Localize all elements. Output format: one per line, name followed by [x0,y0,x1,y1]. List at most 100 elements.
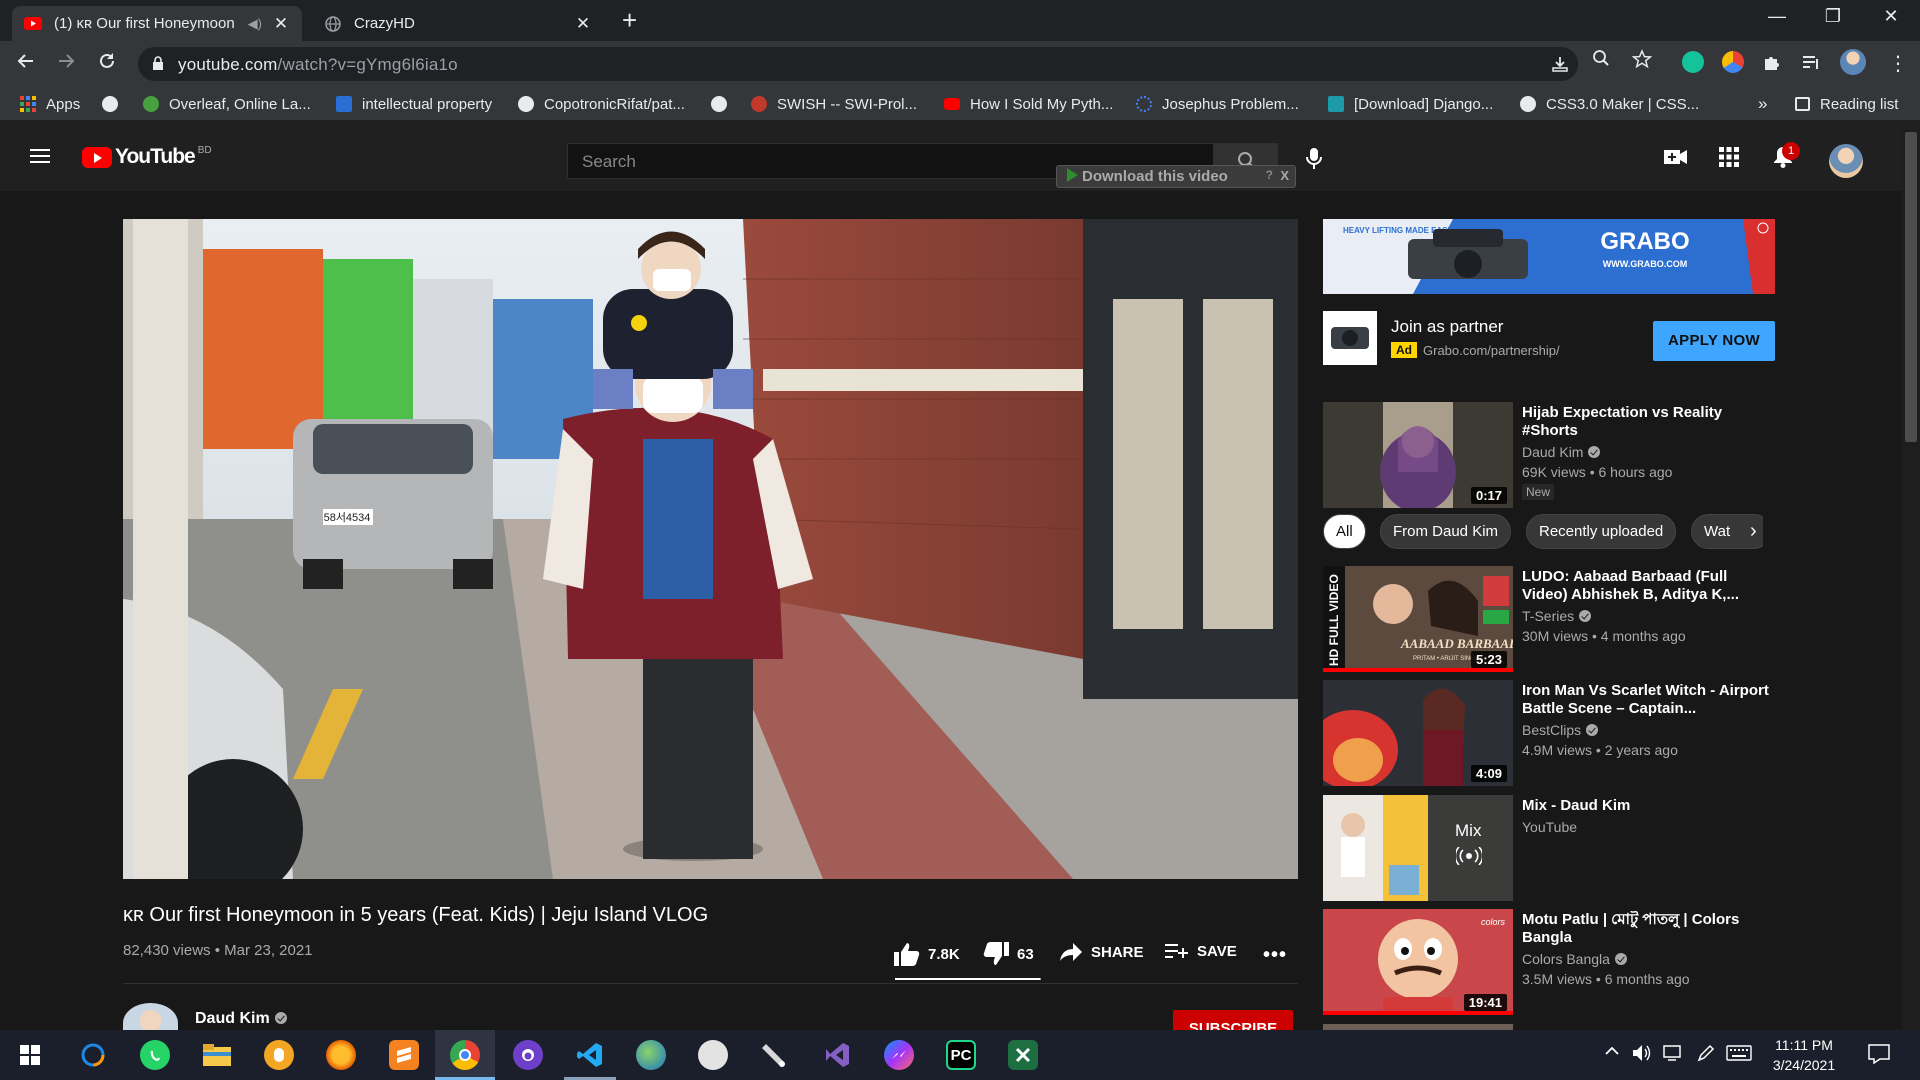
visual-studio-icon[interactable] [822,1040,852,1070]
grammarly-icon[interactable] [1682,51,1704,73]
like-button[interactable]: 7.8K [894,942,960,966]
youtube-logo[interactable]: YouTube BD [82,145,212,169]
system-clock[interactable]: 11:11 PM 3/24/2021 [1760,1035,1848,1075]
download-video-extension[interactable]: Download this video ? X [1056,165,1296,188]
dislike-button[interactable]: 63 [983,942,1034,966]
recommendation-item[interactable]: colors 19:41 Motu Patlu | মোটু পাতলু | C… [1323,909,1775,1017]
mix-label: Mix [1455,821,1482,840]
browser-menu-icon[interactable]: ⋮ [1888,51,1908,76]
tab-youtube[interactable]: (1) ᴋʀ Our first Honeymoon i ◀) ✕ [12,6,302,41]
inkscape-icon[interactable] [760,1040,790,1070]
browser-tab-strip: (1) ᴋʀ Our first Honeymoon i ◀) ✕ CrazyH… [0,0,1920,41]
search-taskbar-icon[interactable] [78,1040,108,1070]
excel-icon[interactable] [1008,1040,1038,1070]
bookmark-josephus[interactable]: Josephus Problem... [1136,94,1299,114]
bookmarks-overflow[interactable]: » [1758,94,1767,114]
maps-icon[interactable] [636,1040,666,1070]
notifications-icon[interactable] [1868,1044,1890,1069]
window-close-icon[interactable]: ✕ [1868,6,1914,27]
create-video-icon[interactable] [1664,148,1688,171]
download-icon[interactable] [1551,55,1569,78]
chip-recently-uploaded[interactable]: Recently uploaded [1526,514,1677,549]
bookmark-globe-2[interactable] [711,94,727,114]
reload-icon[interactable] [97,51,117,77]
recommendation-item[interactable]: 0:17 Hijab Expectation vs Reality #Short… [1323,402,1775,510]
like-ratio-bar [895,978,1041,980]
bookmark-overleaf[interactable]: Overleaf, Online La... [143,94,311,114]
media-queue-icon[interactable] [1801,53,1821,76]
avast-icon[interactable] [264,1040,294,1070]
recommendation-channel: T-Series [1522,608,1592,624]
windows-start-icon[interactable] [15,1040,45,1070]
new-tab-button[interactable]: + [622,7,637,33]
volume-icon[interactable] [1632,1044,1652,1067]
zoom-icon[interactable] [1592,49,1610,72]
forward-icon[interactable] [56,51,76,77]
back-icon[interactable] [16,51,36,77]
page-scrollbar[interactable] [1902,130,1920,1030]
tab-close-icon[interactable]: ✕ [574,14,592,34]
video-player[interactable]: 58서4534 [123,219,1298,879]
recommendation-title: Mix - Daud Kim [1522,797,1631,814]
whatsapp-icon[interactable] [140,1040,170,1070]
bookmark-apps[interactable]: Apps [20,94,80,114]
apply-now-button[interactable]: APPLY NOW [1653,321,1775,361]
verified-icon [1614,953,1627,965]
ad-banner[interactable]: HEAVY LIFTING MADE EASY GRABO WWW.GRABO.… [1323,219,1775,294]
recommendation-item[interactable]: HD FULL VIDEO AABAAD BARBAAD PRITAM • AR… [1323,566,1775,674]
minimize-icon[interactable]: — [1754,6,1800,27]
keyboard-icon[interactable] [1726,1044,1752,1067]
bookmark-star-icon[interactable] [1631,49,1653,74]
extension-icon[interactable] [1722,51,1744,73]
tab-audio-icon[interactable]: ◀) [248,16,262,32]
close-icon[interactable]: X [1280,168,1289,183]
pycharm-icon[interactable]: PC [946,1040,976,1070]
ad-row[interactable]: Join as partner Ad Grabo.com/partnership… [1323,311,1775,367]
recommendation-title: LUDO: Aabaad Barbaad (Full Video) Abhish… [1522,568,1739,603]
network-icon[interactable] [1663,1044,1683,1067]
restore-icon[interactable]: ❐ [1810,6,1856,27]
bookmark-ip[interactable]: intellectual property [336,94,492,114]
pen-icon[interactable] [1697,1044,1715,1067]
bookmark-github[interactable]: CopotronicRifat/pat... [518,94,685,114]
tray-expand-icon[interactable] [1604,1044,1620,1062]
app-icon[interactable] [698,1040,728,1070]
duration-badge: 0:17 [1470,487,1507,504]
messenger-icon[interactable] [884,1040,914,1070]
tab-crazyhd[interactable]: CrazyHD ✕ [312,6,604,41]
scrollbar-thumb[interactable] [1905,132,1917,442]
reading-list[interactable]: Reading list [1795,94,1898,114]
file-explorer-icon[interactable] [202,1040,232,1070]
chevron-right-icon[interactable]: › [1750,520,1757,543]
share-button[interactable]: SHARE [1059,942,1144,962]
sublime-icon[interactable] [389,1040,419,1070]
firefox-icon[interactable] [326,1040,356,1070]
github-desktop-icon[interactable] [513,1040,543,1070]
bookmark-python[interactable]: How I Sold My Pyth... [944,94,1113,114]
apps-grid-icon[interactable] [1719,147,1739,172]
more-actions-icon[interactable]: ••• [1263,944,1287,967]
apps-grid-icon [20,96,36,112]
address-bar[interactable]: youtube.com/watch?v=gYmg6l6ia1o [138,47,1578,81]
recommendation-item[interactable]: Mix Mix - Daud Kim YouTube [1323,795,1775,903]
bookmark-django[interactable]: [Download] Django... [1328,94,1493,114]
bookmark-globe[interactable] [102,94,118,114]
profile-avatar[interactable] [1840,49,1866,75]
puzzle-icon[interactable] [1762,53,1780,76]
channel-name[interactable]: Daud Kim [195,1010,287,1028]
bookmark-css[interactable]: CSS3.0 Maker | CSS... [1520,94,1699,114]
tab-close-icon[interactable]: ✕ [272,14,290,34]
chip-from-daud-kim[interactable]: From Daud Kim [1380,514,1512,549]
divider [123,983,1298,984]
save-button[interactable]: SAVE [1165,942,1237,960]
chrome-icon[interactable] [450,1040,480,1070]
chip-all[interactable]: All [1323,514,1366,549]
account-avatar[interactable] [1829,144,1863,178]
recommendation-views: 3.5M views • 6 months ago [1522,971,1690,987]
menu-icon[interactable] [30,149,50,163]
bookmark-swish[interactable]: SWISH -- SWI-Prol... [751,94,917,114]
recommendation-item[interactable]: 4:09 Iron Man Vs Scarlet Witch - Airport… [1323,680,1775,788]
mic-icon[interactable] [1306,148,1322,175]
help-icon[interactable]: ? [1266,168,1273,182]
vscode-icon[interactable] [575,1040,605,1070]
